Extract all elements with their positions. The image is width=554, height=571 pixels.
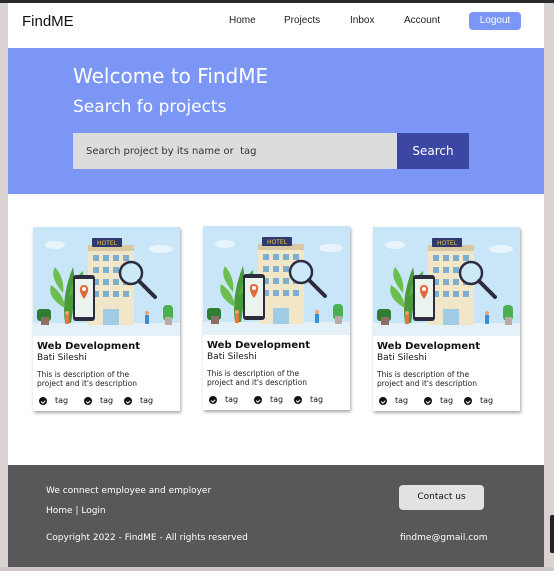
project-card[interactable]: HOTEL Web Development Bati Sileshi This … [373, 227, 520, 411]
footer-tagline: We connect employee and employer [46, 486, 212, 496]
card-tags: tag tag tag [209, 394, 349, 406]
tag-label: tag [440, 396, 454, 405]
card-tags: tag tag tag [379, 395, 519, 407]
tag-label: tag [395, 396, 409, 405]
footer-links: Home | Login [46, 506, 106, 516]
project-card[interactable]: HOTEL Web Development Bati Sileshi This … [203, 226, 350, 410]
check-circle-icon [424, 397, 432, 405]
footer-email[interactable]: findme@gmail.com [400, 533, 487, 543]
card-title: Web Development [37, 341, 141, 352]
card-author: Bati Sileshi [207, 352, 257, 362]
search-input[interactable] [73, 133, 397, 169]
card-title: Web Development [207, 340, 311, 351]
hotel-sign: HOTEL [437, 240, 458, 247]
brand-logo[interactable]: FindME [22, 13, 74, 30]
page: FindME Home Projects Inbox Account Logou… [8, 3, 544, 567]
check-circle-icon [294, 396, 302, 404]
card-tags: tag tag tag [39, 395, 179, 407]
nav-home[interactable]: Home [229, 15, 256, 26]
card-author: Bati Sileshi [377, 353, 427, 363]
project-card[interactable]: HOTEL Web Development Bati Sileshi This … [33, 227, 180, 411]
check-circle-icon [39, 397, 47, 405]
check-circle-icon [379, 397, 387, 405]
footer-home-link[interactable]: Home [46, 506, 73, 516]
nav-inbox[interactable]: Inbox [350, 15, 374, 26]
navbar: FindME Home Projects Inbox Account Logou… [8, 3, 544, 44]
side-handle[interactable] [550, 515, 554, 553]
footer-copyright: Copyright 2022 - FindME - All rights res… [46, 533, 248, 543]
tag-label: tag [140, 396, 154, 405]
contact-us-button[interactable]: Contact us [399, 485, 484, 510]
check-circle-icon [84, 397, 92, 405]
tag-label: tag [100, 396, 114, 405]
hotel-sign: HOTEL [267, 239, 288, 246]
hotel-illustration: HOTEL [203, 226, 350, 335]
footer-login-link[interactable]: Login [81, 506, 105, 516]
card-description: This is description of the project and i… [377, 370, 477, 388]
logout-button[interactable]: Logout [469, 12, 521, 30]
tag-label: tag [480, 396, 494, 405]
nav-projects[interactable]: Projects [284, 15, 320, 26]
check-circle-icon [254, 396, 262, 404]
check-circle-icon [124, 397, 132, 405]
window-bottom-border [0, 567, 554, 571]
check-circle-icon [209, 396, 217, 404]
nav-account[interactable]: Account [404, 15, 440, 26]
hero-title: Welcome to FindME [73, 64, 269, 88]
tag-label: tag [225, 395, 239, 404]
hotel-sign: HOTEL [97, 240, 118, 247]
card-author: Bati Sileshi [37, 353, 87, 363]
card-title: Web Development [377, 341, 481, 352]
card-description: This is description of the project and i… [37, 370, 137, 388]
tag-label: tag [55, 396, 69, 405]
check-circle-icon [464, 397, 472, 405]
hero-section: Welcome to FindME Search fo projects Sea… [8, 48, 544, 194]
footer: We connect employee and employer Home | … [8, 465, 544, 567]
search-button[interactable]: Search [397, 133, 469, 169]
tag-label: tag [270, 395, 284, 404]
hotel-illustration: HOTEL [373, 227, 520, 336]
hero-subtitle: Search fo projects [73, 97, 227, 117]
tag-label: tag [310, 395, 324, 404]
card-description: This is description of the project and i… [207, 369, 307, 387]
hotel-illustration: HOTEL [33, 227, 180, 336]
